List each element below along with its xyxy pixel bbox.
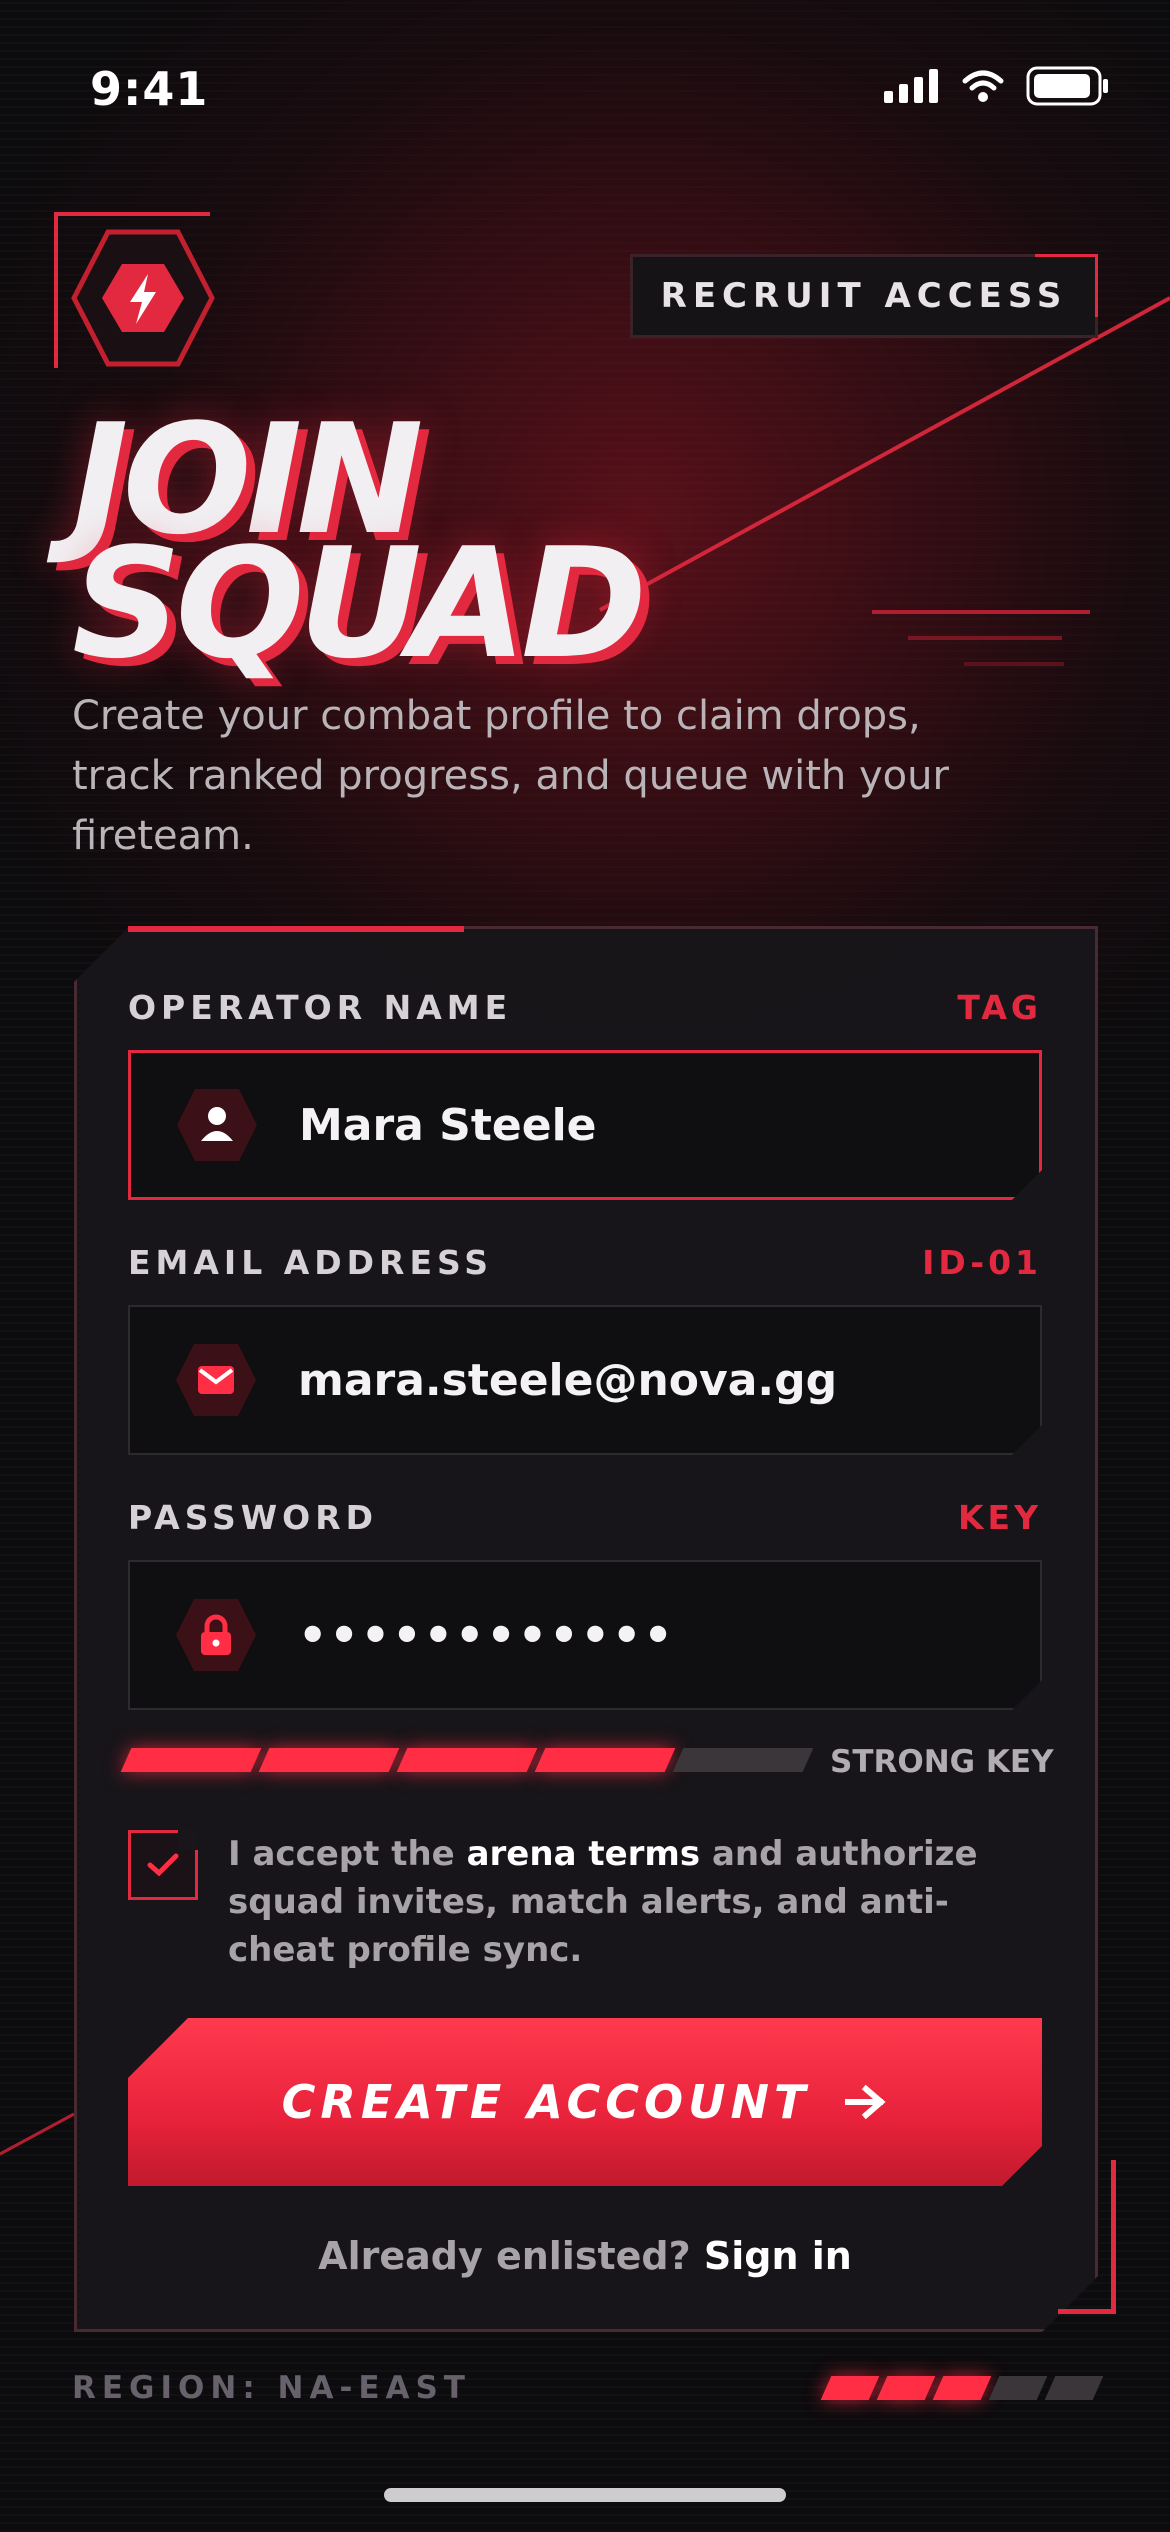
create-account-button[interactable]: CREATE ACCOUNT bbox=[128, 2018, 1042, 2186]
status-icons bbox=[884, 66, 1110, 106]
indicator-segment bbox=[820, 2376, 880, 2400]
create-account-label: CREATE ACCOUNT bbox=[281, 2075, 811, 2129]
operator-name-input[interactable]: Mara Steele bbox=[128, 1050, 1042, 1200]
email-input[interactable]: mara.steele@nova.gg bbox=[128, 1305, 1042, 1455]
terms-prefix: I accept the bbox=[228, 1834, 467, 1874]
checkmark-icon bbox=[147, 1853, 179, 1877]
password-strength-label: STRONG KEY bbox=[830, 1744, 1054, 1780]
card-corner-bracket bbox=[1058, 2160, 1116, 2314]
strength-segment bbox=[120, 1748, 262, 1772]
indicator-segment bbox=[988, 2376, 1048, 2400]
arrow-right-icon bbox=[844, 2084, 888, 2120]
cellular-signal-icon bbox=[884, 69, 938, 103]
mail-icon bbox=[174, 1342, 258, 1418]
operator-name-value: Mara Steele bbox=[299, 1099, 597, 1151]
password-label: PASSWORD bbox=[128, 1498, 379, 1537]
operator-name-tag: TAG bbox=[957, 988, 1042, 1027]
password-tag: KEY bbox=[957, 1498, 1042, 1537]
password-value: •••••••••••• bbox=[298, 1608, 675, 1662]
page-title: JOIN SQUAD bbox=[72, 404, 772, 692]
region-signal-indicator bbox=[820, 2376, 1104, 2400]
strength-segment bbox=[396, 1748, 538, 1772]
card-accent-line bbox=[128, 926, 464, 932]
sign-in-link[interactable]: Sign in bbox=[704, 2234, 852, 2278]
battery-icon bbox=[1026, 66, 1108, 106]
indicator-segment bbox=[1044, 2376, 1104, 2400]
operator-name-label: OPERATOR NAME bbox=[128, 988, 513, 1027]
arena-terms-link[interactable]: arena terms bbox=[467, 1834, 701, 1874]
indicator-segment bbox=[876, 2376, 936, 2400]
indicator-segment bbox=[932, 2376, 992, 2400]
recruit-access-chip: RECRUIT ACCESS bbox=[630, 254, 1098, 338]
password-strength-meter bbox=[120, 1748, 814, 1772]
password-input[interactable]: •••••••••••• bbox=[128, 1560, 1042, 1710]
region-label: REGION: NA-EAST bbox=[72, 2370, 471, 2406]
page-subtitle: Create your combat profile to claim drop… bbox=[72, 693, 949, 859]
lock-icon bbox=[174, 1597, 258, 1673]
status-time: 9:41 bbox=[90, 62, 209, 116]
wifi-icon bbox=[962, 70, 1004, 102]
terms-checkbox[interactable] bbox=[128, 1830, 198, 1900]
signin-row: Already enlisted? Sign in bbox=[128, 2234, 1042, 2278]
user-icon bbox=[175, 1087, 259, 1163]
strength-segment bbox=[534, 1748, 676, 1772]
title-line-2: SQUAD bbox=[72, 515, 647, 692]
strength-segment bbox=[672, 1748, 814, 1772]
home-indicator[interactable] bbox=[384, 2488, 786, 2502]
strength-segment bbox=[258, 1748, 400, 1772]
lightning-bolt-icon bbox=[71, 229, 215, 367]
signin-prompt: Already enlisted? bbox=[318, 2234, 704, 2278]
email-tag: ID-01 bbox=[922, 1243, 1042, 1282]
terms-text: I accept the arena terms and authorize s… bbox=[228, 1830, 1038, 1974]
email-label: EMAIL ADDRESS bbox=[128, 1243, 494, 1282]
email-value: mara.steele@nova.gg bbox=[298, 1354, 838, 1406]
